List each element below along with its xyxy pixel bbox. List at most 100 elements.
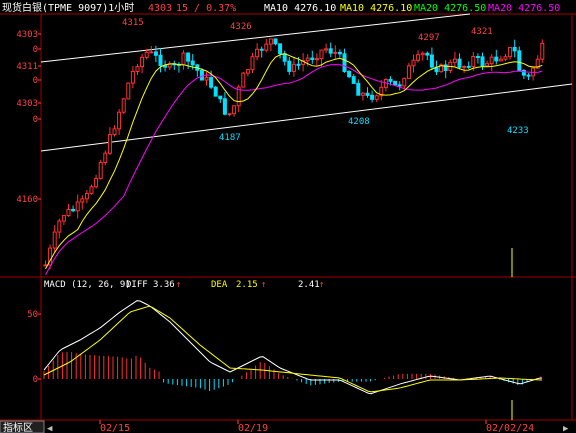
candle-body	[374, 95, 379, 100]
candle-body	[245, 69, 250, 74]
scroll-left-icon[interactable]: ◀	[47, 424, 53, 433]
candle-body	[94, 177, 99, 188]
price-label: 4311	[16, 62, 38, 72]
candle-body	[333, 51, 338, 54]
macd-dea-label: DEA	[211, 280, 228, 290]
macd-title: MACD (12, 26, 9)	[44, 280, 131, 290]
candle-body	[71, 208, 76, 212]
indicator-ma20-green: MA20 4276.50	[414, 3, 486, 14]
annotation-low: 4233	[507, 126, 529, 136]
candle-body	[406, 65, 411, 79]
chart-window: 现货白银(TPME 9097)1小时 4303 15 / 0.37% MA10 …	[0, 0, 576, 433]
candle-body	[112, 128, 117, 136]
candle-body	[452, 58, 457, 63]
annotation-high: 4321	[471, 27, 493, 37]
price-label: 0	[33, 76, 38, 86]
candle-body	[388, 78, 393, 82]
candle-body	[140, 56, 145, 68]
candle-body	[89, 186, 94, 194]
candle-body	[264, 43, 269, 51]
candle-body	[186, 52, 191, 62]
instrument-title: 现货白银(TPME 9097)1小时	[2, 1, 134, 14]
macd-axis-label: 0	[33, 375, 38, 385]
price-label: 4303	[16, 30, 38, 40]
candle-body	[204, 77, 209, 81]
indicator-tab[interactable]: 指标区	[0, 420, 45, 433]
macd-diff-arrow: ↑	[176, 280, 181, 290]
candle-body	[149, 51, 154, 54]
candle-body	[351, 76, 356, 84]
date-label: 02/15	[100, 423, 130, 433]
candle-body	[241, 72, 246, 88]
price-label: 0	[33, 45, 38, 55]
date-label: 02/02/24	[486, 423, 534, 433]
candle-body	[319, 49, 324, 60]
candle-body	[521, 69, 526, 76]
price-change: 15 / 0.37%	[176, 3, 236, 14]
candle-body	[503, 56, 508, 60]
price-label: 0	[33, 115, 38, 125]
candle-body	[324, 48, 329, 51]
candle-body	[135, 66, 140, 72]
candle-body	[291, 63, 296, 72]
candle-body	[314, 58, 319, 61]
candle-body	[365, 92, 370, 96]
candle-body	[517, 50, 522, 71]
candle-body	[117, 111, 122, 130]
candle-body	[250, 56, 255, 71]
candle-body	[130, 70, 135, 84]
candle-body	[181, 52, 186, 66]
candle-body	[75, 201, 80, 212]
annotation-low: 4187	[219, 133, 241, 143]
candle-body	[498, 58, 503, 62]
candle-body	[462, 65, 467, 68]
candle-body	[475, 56, 480, 59]
candle-body	[227, 113, 232, 116]
candle-body	[209, 77, 214, 88]
candle-body	[485, 63, 490, 67]
candle-body	[466, 65, 471, 68]
candle-body	[57, 220, 62, 233]
candle-body	[356, 82, 361, 96]
candle-body	[268, 38, 273, 45]
annotation-high: 4315	[122, 18, 144, 28]
annotation-high: 4297	[418, 33, 440, 43]
candle-body	[144, 51, 149, 58]
candle-body	[255, 48, 260, 58]
candle-body	[287, 60, 292, 72]
candle-body	[393, 80, 398, 86]
candle-body	[347, 71, 352, 78]
candle-body	[370, 94, 375, 100]
candle-body	[84, 192, 89, 200]
candle-body	[489, 56, 494, 65]
indicator-tab-label[interactable]: 指标区	[3, 421, 33, 433]
candle-body	[411, 59, 416, 67]
candle-body	[103, 152, 108, 163]
candle-body	[429, 54, 434, 68]
candle-body	[278, 43, 283, 55]
candle-body	[153, 51, 158, 56]
candle-body	[190, 60, 195, 66]
macd-diff-label: DIFF	[126, 280, 148, 290]
candle-body	[52, 231, 57, 249]
macd-histogram-arrow: ↑	[319, 280, 324, 290]
candle-body	[98, 161, 103, 179]
candle-body	[425, 52, 430, 56]
candle-body	[61, 215, 66, 222]
macd-dea-value: 2.15	[236, 280, 258, 290]
candle-body	[107, 134, 112, 154]
candle-body	[218, 95, 223, 100]
candle-body	[397, 84, 402, 87]
indicator-ma10-yellow: MA10 4276.10	[340, 3, 412, 14]
candle-body	[273, 38, 278, 45]
candle-body	[310, 57, 315, 60]
candle-body	[480, 56, 485, 67]
candle-body	[526, 74, 531, 77]
candle-body	[494, 56, 499, 62]
indicator-ma10-white: MA10 4276.10	[264, 3, 336, 14]
candle-body	[158, 54, 163, 67]
last-price: 4303	[148, 3, 172, 14]
candle-body	[360, 92, 365, 96]
scroll-right-icon[interactable]: ▶	[563, 424, 569, 433]
candle-body	[232, 105, 237, 115]
